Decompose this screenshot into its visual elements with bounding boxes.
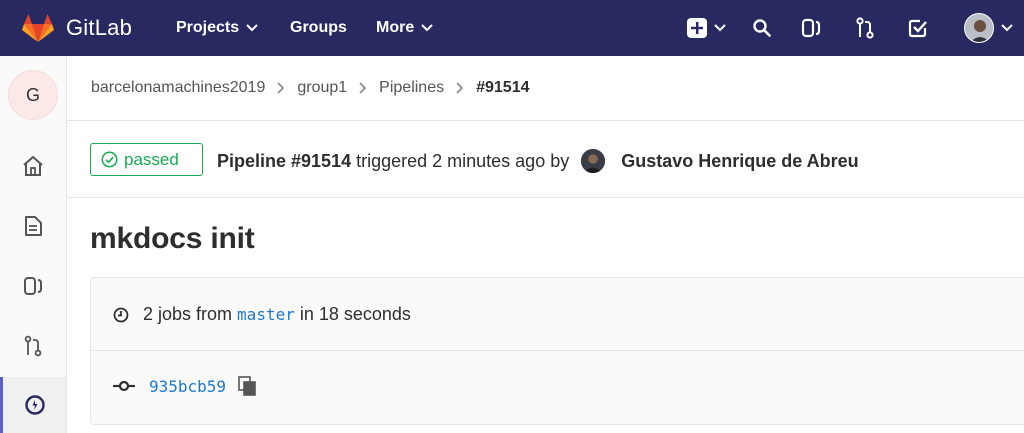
divider — [67, 120, 1024, 121]
new-dropdown-button[interactable] — [685, 0, 727, 56]
project-sidebar: G — [0, 56, 67, 433]
chevron-right-icon — [277, 82, 285, 94]
branch-link[interactable]: master — [237, 305, 295, 324]
divider — [91, 350, 1024, 351]
sidebar-item-issues[interactable] — [0, 256, 66, 316]
user-name-link[interactable]: Gustavo Henrique de Abreu — [621, 151, 858, 172]
merge-request-icon — [856, 17, 874, 39]
project-avatar[interactable]: G — [8, 70, 58, 120]
divider — [67, 197, 1024, 198]
status-label: passed — [124, 149, 179, 169]
chevron-down-icon — [713, 24, 726, 32]
breadcrumb-project-link[interactable]: group1 — [297, 79, 347, 97]
sidebar-item-repository[interactable] — [0, 196, 66, 256]
commit-title: mkdocs init — [90, 222, 255, 255]
nav-projects-dropdown[interactable]: Projects — [176, 0, 258, 56]
repository-icon — [25, 216, 42, 236]
merge-requests-button[interactable] — [853, 0, 877, 56]
commit-icon — [113, 380, 135, 392]
sidebar-item-merge-requests[interactable] — [0, 316, 66, 376]
issues-icon — [801, 18, 821, 38]
chevron-right-icon — [456, 82, 464, 94]
jobs-count-text: 2 jobs from — [143, 304, 233, 324]
pipeline-title: Pipeline #91514 — [217, 150, 352, 171]
gitlab-logo[interactable]: GitLab — [22, 0, 132, 56]
todos-button[interactable] — [906, 0, 930, 56]
user-avatar-icon — [963, 13, 994, 43]
nav-groups-label: Groups — [290, 19, 347, 36]
triggered-text: triggered 2 minutes ago by — [356, 150, 570, 171]
plus-square-icon — [686, 18, 707, 38]
breadcrumb-pipelines-link[interactable]: Pipelines — [379, 79, 444, 97]
issues-button[interactable] — [799, 0, 823, 56]
sidebar-item-project-overview[interactable] — [0, 136, 66, 196]
breadcrumb: barcelonamachines2019 group1 Pipelines #… — [91, 78, 530, 98]
top-navbar: GitLab Projects Groups More — [0, 0, 1024, 56]
avatar[interactable] — [581, 149, 606, 173]
nav-groups-link[interactable]: Groups — [290, 0, 347, 56]
chevron-right-icon — [359, 82, 367, 94]
jobs-summary: 2 jobs from master in 18 seconds — [113, 304, 411, 325]
merge-request-icon — [24, 335, 42, 357]
brand-name: GitLab — [66, 15, 133, 40]
pipeline-info-box: 2 jobs from master in 18 seconds 935bcb5… — [90, 277, 1024, 425]
duration-text: in 18 seconds — [299, 304, 411, 324]
user-menu-dropdown[interactable] — [960, 0, 1016, 56]
copy-icon — [238, 376, 256, 396]
chevron-down-icon — [1000, 24, 1013, 32]
ci-cd-icon — [24, 395, 45, 415]
issues-icon — [24, 277, 42, 295]
commit-sha-link[interactable]: 935bcb59 — [149, 377, 226, 396]
copy-sha-button[interactable] — [238, 376, 256, 396]
chevron-down-icon — [421, 24, 433, 32]
gitlab-tanuki-icon — [22, 14, 54, 42]
breadcrumb-current[interactable]: #91514 — [476, 79, 529, 97]
chevron-down-icon — [246, 24, 258, 32]
check-circle-icon — [101, 151, 118, 168]
status-badge[interactable]: passed — [90, 143, 203, 176]
nav-more-dropdown[interactable]: More — [376, 0, 433, 56]
pipeline-info: Pipeline #91514 triggered 2 minutes ago … — [217, 149, 859, 173]
search-icon — [753, 19, 771, 37]
commit-row: 935bcb59 — [113, 376, 256, 396]
nav-projects-label: Projects — [176, 19, 240, 36]
clock-icon — [113, 307, 129, 322]
project-initial: G — [25, 84, 40, 105]
search-button[interactable] — [750, 0, 774, 56]
breadcrumb-group-link[interactable]: barcelonamachines2019 — [91, 79, 265, 97]
sidebar-item-ci-cd[interactable] — [0, 377, 66, 433]
home-icon — [23, 156, 43, 176]
nav-more-label: More — [376, 19, 415, 36]
todo-icon — [908, 19, 927, 38]
